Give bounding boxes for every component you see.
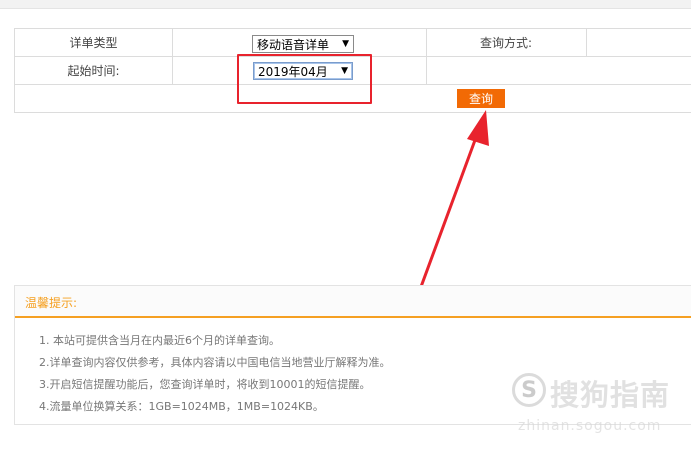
tip-item: 4.流量单位换算关系：1GB=1024MB，1MB=1024KB。 [39, 400, 324, 413]
tips-panel: 温馨提示: 1. 本站可提供含当月在内最近6个月的详单查询。 2.详单查询内容仅… [14, 285, 691, 425]
tip-item: 3.开启短信提醒功能后，您查询详单时，将收到10001的短信提醒。 [39, 378, 371, 391]
tips-title: 温馨提示: [25, 296, 78, 310]
tips-header: 温馨提示: [15, 286, 691, 318]
tip-item: 1. 本站可提供含当月在内最近6个月的详单查询。 [39, 334, 280, 347]
tip-item: 2.详单查询内容仅供参考，具体内容请以中国电信当地营业厅解释为准。 [39, 356, 391, 369]
